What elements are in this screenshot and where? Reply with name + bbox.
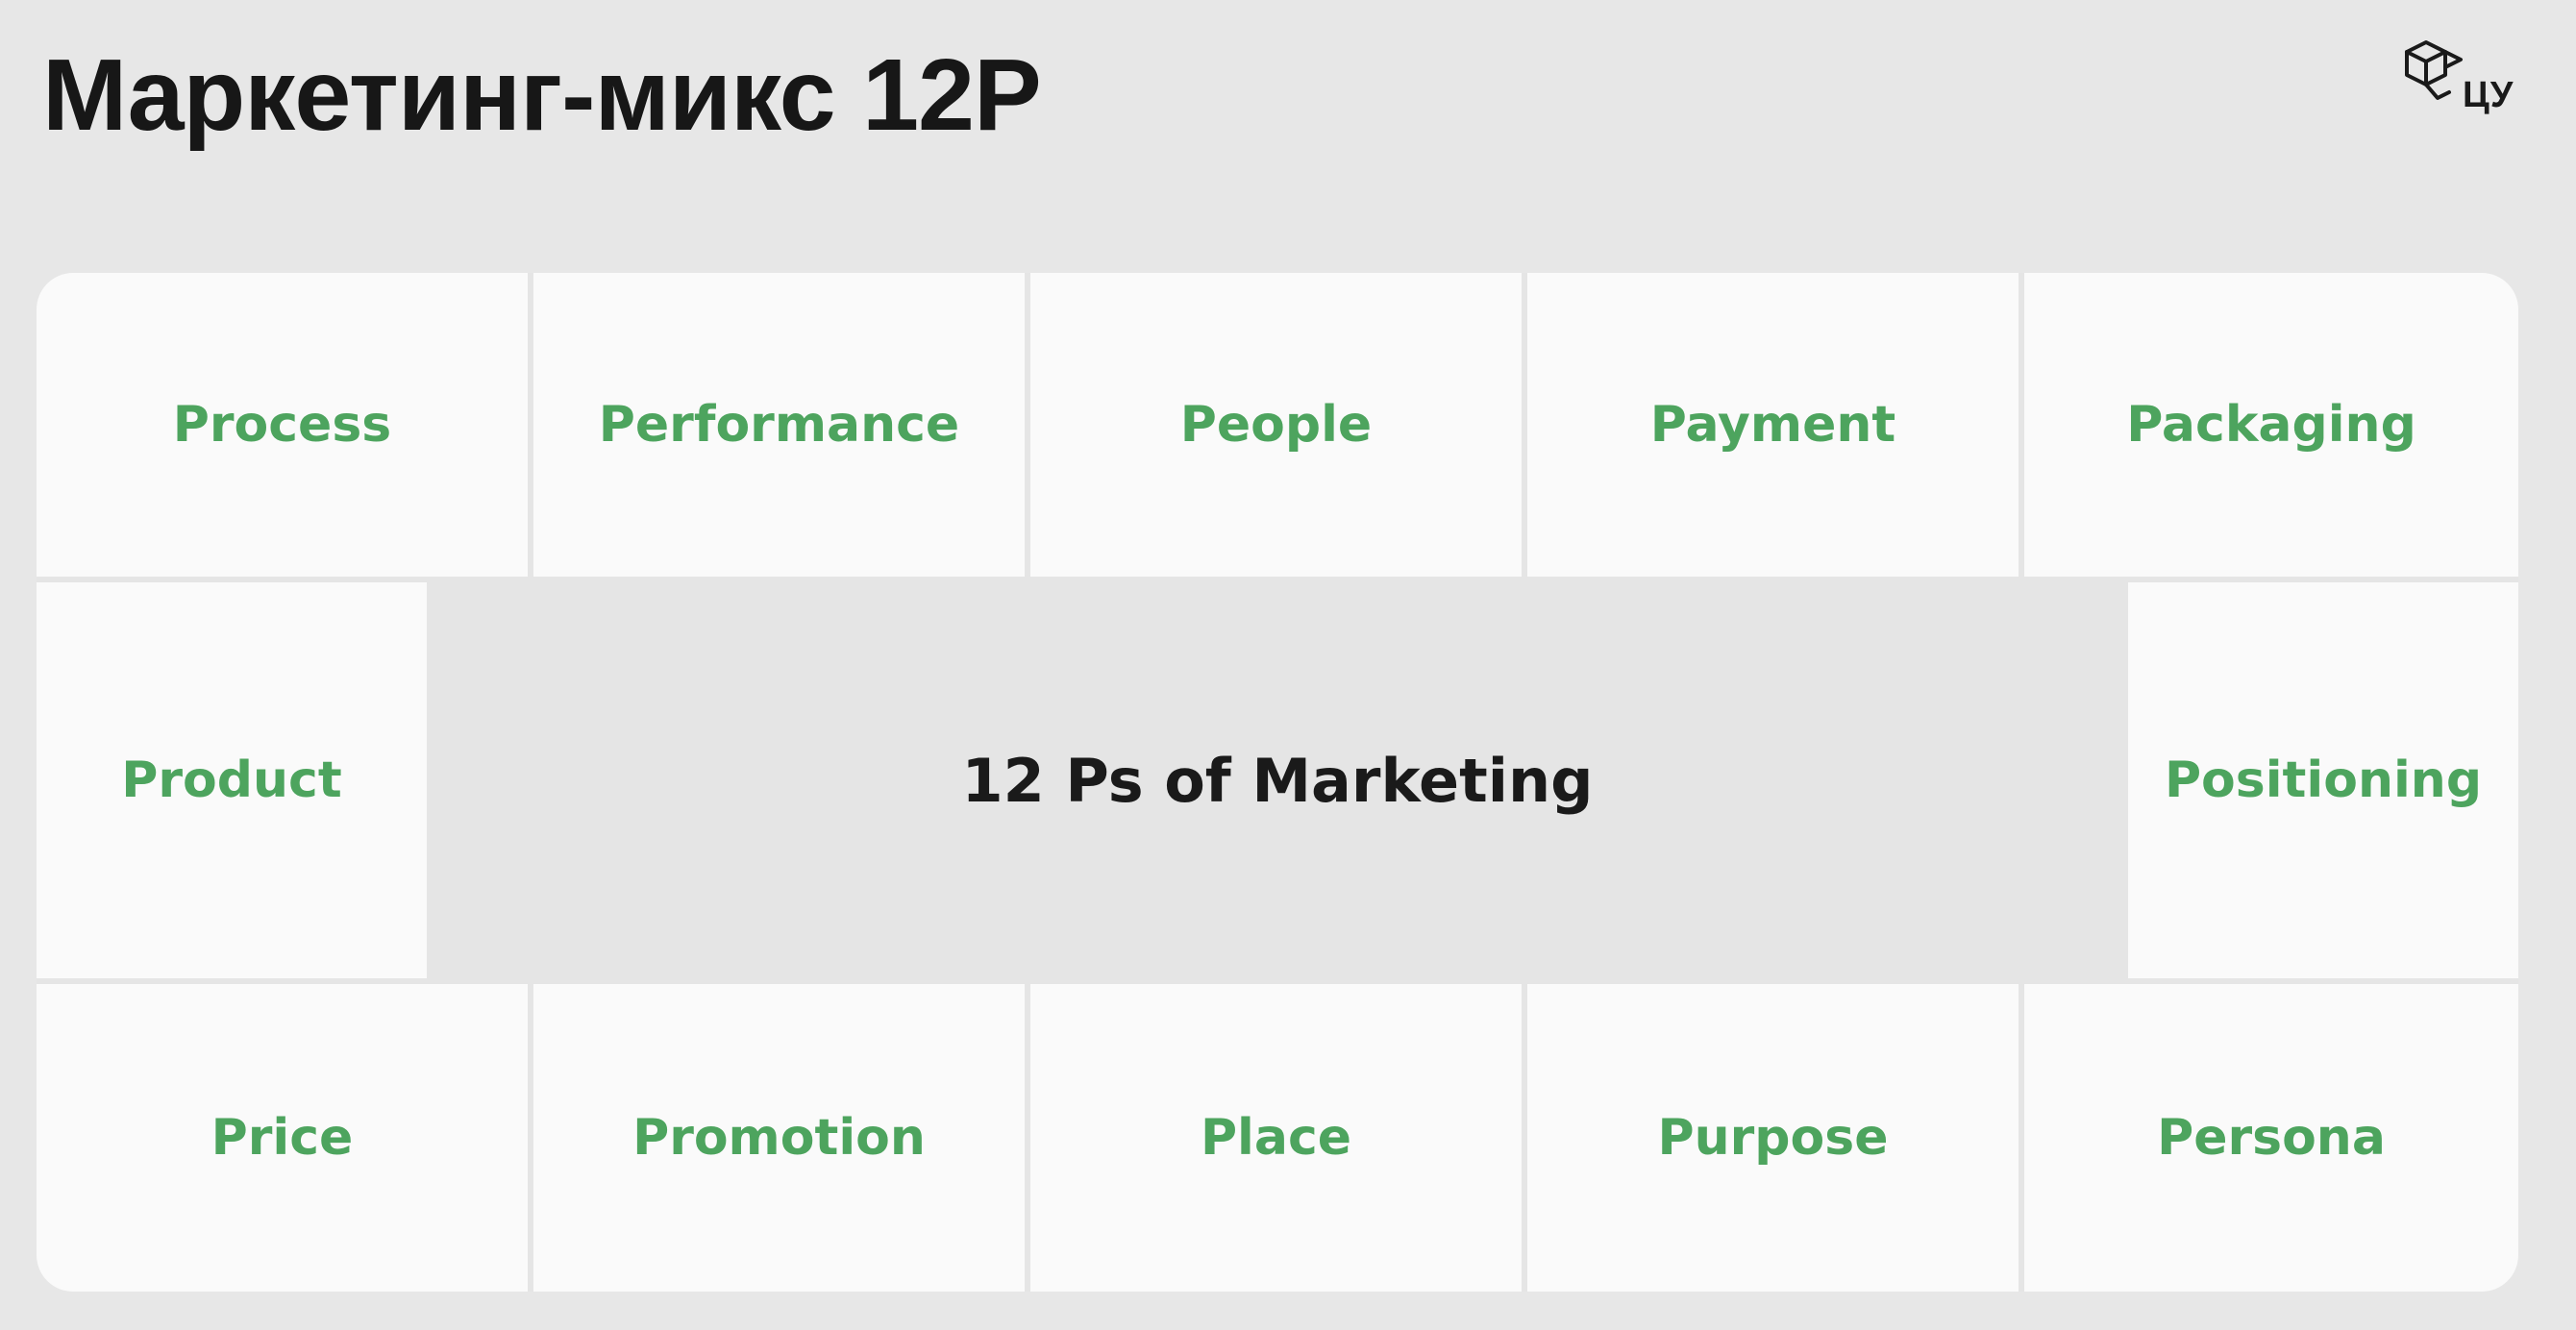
cell-place: Place xyxy=(1030,984,1522,1292)
cell-payment: Payment xyxy=(1527,273,2019,577)
cell-purpose: Purpose xyxy=(1527,984,2019,1292)
cell-performance: Performance xyxy=(533,273,1025,577)
cube-logo-icon xyxy=(2405,40,2463,100)
cell-label: Packaging xyxy=(2126,396,2416,454)
cell-label: Price xyxy=(211,1109,354,1167)
cell-price: Price xyxy=(37,984,528,1292)
cell-persona: Persona xyxy=(2024,984,2518,1292)
cell-positioning: Positioning xyxy=(2128,582,2518,978)
cell-label: Positioning xyxy=(2164,751,2483,809)
brand-logo: ЦУ xyxy=(2403,37,2528,123)
page-title: Маркетинг-микс 12P xyxy=(42,38,1042,152)
logo-text: ЦУ xyxy=(2463,75,2514,115)
cell-packaging: Packaging xyxy=(2024,273,2518,577)
marketing-mix-diagram: Process Performance People Payment Packa… xyxy=(37,273,2518,1292)
cell-process: Process xyxy=(37,273,528,577)
cell-people: People xyxy=(1030,273,1522,577)
cell-product: Product xyxy=(37,582,427,978)
cell-label: Payment xyxy=(1649,396,1896,454)
cell-label: People xyxy=(1179,396,1373,454)
cell-label: Promotion xyxy=(632,1109,926,1167)
cell-promotion: Promotion xyxy=(533,984,1025,1292)
cell-label: Process xyxy=(172,396,392,454)
center-label: 12 Ps of Marketing xyxy=(961,745,1594,816)
cell-label: Persona xyxy=(2157,1109,2386,1167)
cell-label: Purpose xyxy=(1657,1109,1889,1167)
cell-label: Performance xyxy=(598,396,960,454)
cell-label: Place xyxy=(1200,1109,1352,1167)
cell-label: Product xyxy=(121,751,342,809)
center-area: 12 Ps of Marketing xyxy=(427,582,2128,978)
